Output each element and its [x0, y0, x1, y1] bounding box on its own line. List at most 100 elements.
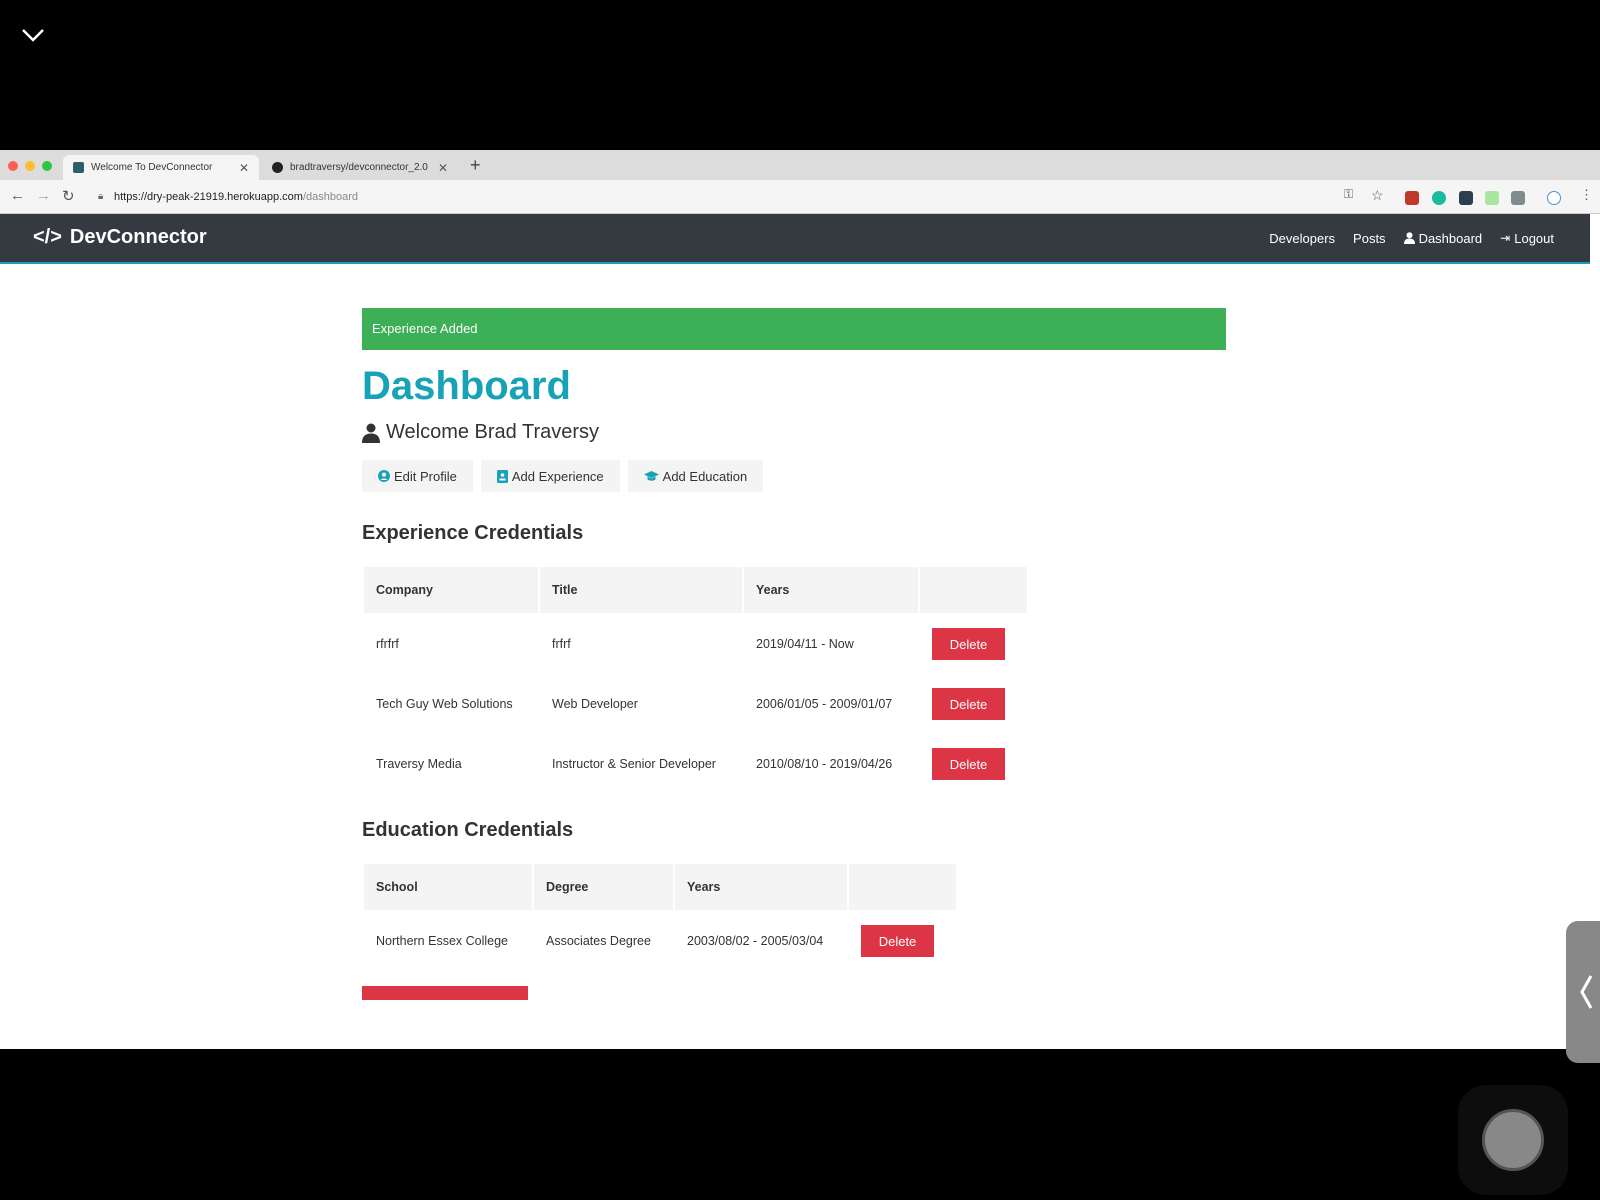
chevron-down-icon[interactable]	[18, 20, 48, 50]
page-title: Dashboard	[362, 364, 571, 408]
delete-button[interactable]: Delete	[932, 688, 1005, 720]
title-cell: Instructor & Senior Developer	[552, 757, 716, 771]
tab-label: Welcome To DevConnector	[91, 162, 213, 173]
extension-icon[interactable]	[1459, 191, 1473, 205]
table-header-row: School Degree Years	[364, 864, 956, 910]
column-header: Years	[744, 567, 918, 613]
nav-label: Logout	[1514, 230, 1554, 246]
graduation-cap-icon	[643, 470, 659, 481]
delete-button[interactable]: Delete	[932, 628, 1005, 660]
dashboard-actions: Edit Profile Add Experience Add Educatio…	[362, 460, 1226, 492]
url-bar[interactable]: 🔒︎ https://dry-peak-21919.herokuapp.com/…	[92, 186, 1322, 208]
edit-profile-button[interactable]: Edit Profile	[362, 460, 473, 492]
menu-icon[interactable]: ⋮	[1580, 187, 1593, 203]
player-top-bar	[0, 0, 1600, 150]
table-row: rfrfrf frfrf 2019/04/11 - Now Delete	[364, 615, 1027, 673]
brand-name: DevConnector	[69, 226, 207, 248]
table-row: Traversy Media Instructor & Senior Devel…	[364, 735, 1027, 793]
title-cell: frfrf	[552, 637, 571, 651]
experience-table: Company Title Years rfrfrf frfrf 2019/04…	[362, 565, 1029, 795]
side-panel-handle[interactable]	[1566, 921, 1600, 1063]
column-header: School	[364, 864, 532, 910]
reload-icon[interactable]: ↻	[62, 187, 75, 205]
key-icon[interactable]: ⚿	[1344, 187, 1353, 202]
user-circle-icon	[378, 470, 390, 482]
years-cell: 2019/04/11 - Now	[756, 637, 854, 651]
new-tab-icon[interactable]: +	[470, 155, 481, 175]
delete-account-button[interactable]	[362, 986, 528, 1000]
delete-button[interactable]: Delete	[861, 925, 934, 957]
maximize-window-icon[interactable]	[42, 161, 52, 171]
id-badge-icon	[496, 469, 508, 483]
nav-links: Developers Posts Dashboard ⇥ Logout	[1269, 214, 1554, 262]
nav-label: Dashboard	[1418, 230, 1483, 246]
nav-developers[interactable]: Developers	[1269, 231, 1335, 246]
add-education-button[interactable]: Add Education	[627, 460, 764, 492]
table-header-row: Company Title Years	[364, 567, 1027, 613]
code-icon: </>	[33, 226, 62, 248]
nav-posts[interactable]: Posts	[1353, 231, 1386, 246]
chevron-left-icon	[1580, 975, 1593, 1009]
column-header-actions	[920, 567, 1027, 613]
add-experience-button[interactable]: Add Experience	[480, 460, 620, 492]
actions-cell: Delete	[849, 912, 956, 970]
user-icon	[1403, 232, 1415, 244]
years-cell: 2003/08/02 - 2005/03/04	[687, 934, 824, 948]
actions-cell: Delete	[920, 735, 1027, 793]
column-header: Degree	[534, 864, 673, 910]
url-host: https://dry-peak-21919.herokuapp.com	[114, 191, 303, 203]
company-cell: rfrfrf	[376, 637, 399, 651]
close-tab-icon[interactable]: ✕	[438, 161, 448, 175]
delete-button[interactable]: Delete	[932, 748, 1005, 780]
lock-icon: 🔒︎	[98, 191, 104, 202]
button-label: Edit Profile	[394, 468, 457, 484]
minimize-window-icon[interactable]	[25, 161, 35, 171]
forward-icon[interactable]: →	[36, 187, 51, 204]
sign-out-icon: ⇥	[1500, 231, 1511, 245]
column-header: Company	[364, 567, 538, 613]
address-toolbar: ← → ↻ 🔒︎ https://dry-peak-21919.herokuap…	[0, 180, 1600, 214]
devconnector-favicon-icon	[73, 162, 84, 173]
tab-strip: Welcome To DevConnector ✕ bradtraversy/d…	[0, 150, 1600, 180]
extension-icon[interactable]	[1432, 191, 1446, 205]
profile-icon[interactable]	[1547, 191, 1561, 205]
app-navbar: </> DevConnector Developers Posts Dashbo…	[0, 214, 1590, 264]
button-label: Add Experience	[511, 468, 604, 484]
tab-label: bradtraversy/devconnector_2.0	[290, 162, 428, 173]
close-window-icon[interactable]	[8, 161, 18, 171]
record-circle-icon	[1482, 1109, 1544, 1171]
column-header: Title	[540, 567, 742, 613]
column-header-actions	[849, 864, 956, 910]
tab-devconnector[interactable]: Welcome To DevConnector ✕	[63, 155, 259, 180]
extension-icon[interactable]	[1405, 191, 1419, 205]
browser-window: Welcome To DevConnector ✕ bradtraversy/d…	[0, 150, 1600, 1049]
nav-label: Developers	[1269, 230, 1336, 246]
school-cell: Northern Essex College	[376, 934, 509, 948]
table-row: Northern Essex College Associates Degree…	[364, 912, 956, 970]
tab-github[interactable]: bradtraversy/devconnector_2.0 ✕	[262, 155, 458, 180]
close-tab-icon[interactable]: ✕	[239, 161, 249, 175]
nav-dashboard[interactable]: Dashboard	[1403, 230, 1483, 246]
button-label: Add Education	[662, 468, 748, 484]
company-cell: Traversy Media	[376, 757, 462, 771]
back-icon[interactable]: ←	[10, 187, 25, 204]
years-cell: 2010/08/10 - 2019/04/26	[756, 757, 893, 771]
nav-logout[interactable]: ⇥ Logout	[1500, 231, 1554, 246]
education-heading: Education Credentials	[362, 819, 574, 841]
record-button[interactable]	[1458, 1085, 1568, 1195]
actions-cell: Delete	[920, 675, 1027, 733]
welcome-text: Welcome Brad Traversy	[386, 421, 600, 443]
table-row: Tech Guy Web Solutions Web Developer 200…	[364, 675, 1027, 733]
success-alert: Experience Added	[362, 308, 1226, 350]
extension-icon[interactable]	[1511, 191, 1525, 205]
actions-cell: Delete	[920, 615, 1027, 673]
nav-label: Posts	[1353, 230, 1386, 246]
star-icon[interactable]: ☆	[1371, 187, 1384, 204]
url-path: /dashboard	[302, 191, 358, 203]
degree-cell: Associates Degree	[546, 934, 651, 948]
extension-icon[interactable]	[1485, 191, 1499, 205]
company-cell: Tech Guy Web Solutions	[376, 697, 513, 711]
brand-logo[interactable]: </> DevConnector	[33, 226, 207, 249]
education-table: School Degree Years Northern Essex Colle…	[362, 862, 958, 972]
title-cell: Web Developer	[552, 697, 638, 711]
